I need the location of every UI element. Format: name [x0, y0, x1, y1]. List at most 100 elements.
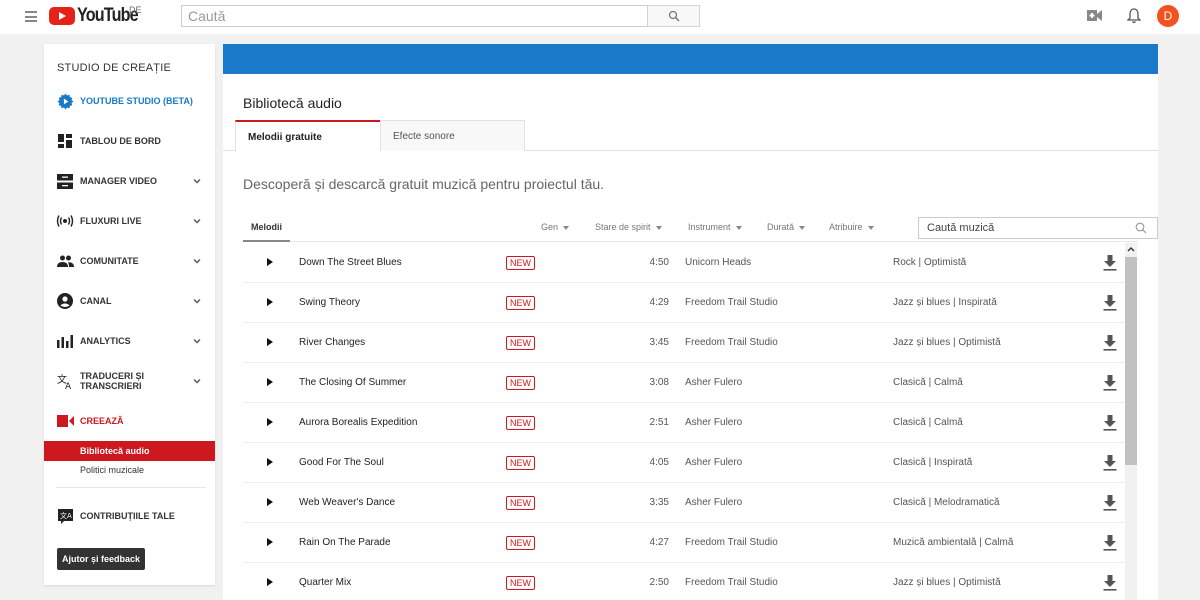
play-icon[interactable]: [267, 458, 273, 466]
download-icon[interactable]: [1103, 335, 1117, 351]
filter-genre[interactable]: Gen: [541, 222, 570, 232]
download-icon[interactable]: [1103, 495, 1117, 511]
play-icon[interactable]: [267, 378, 273, 386]
sidebar-item-translations[interactable]: 文A TRADUCERI ȘI TRANSCRIERI: [44, 366, 215, 396]
create-icon: [56, 412, 74, 430]
play-icon[interactable]: [267, 418, 273, 426]
dropdown-caret-icon: [867, 225, 874, 230]
sidebar-subitem-music-policies[interactable]: Politici muzicale: [44, 460, 215, 480]
play-icon[interactable]: [267, 338, 273, 346]
track-artist[interactable]: Unicorn Heads: [685, 257, 751, 268]
sidebar-item-analytics[interactable]: ANALYTICS: [44, 326, 215, 356]
play-icon[interactable]: [267, 578, 273, 586]
track-row[interactable]: Rain On The Parade NEW 4:27 Freedom Trail S…: [243, 523, 1126, 563]
filter-bar: Melodii Gen Stare de spirit Instrument D…: [243, 214, 1158, 242]
chevron-down-icon[interactable]: [192, 176, 202, 186]
sidebar-item-live-streaming[interactable]: FLUXURI LIVE: [44, 206, 215, 236]
chevron-down-icon[interactable]: [192, 376, 202, 386]
track-artist[interactable]: Asher Fulero: [685, 457, 742, 468]
search-icon: [668, 10, 680, 22]
track-row[interactable]: Web Weaver's Dance NEW 3:35 Asher Fulero Cla…: [243, 483, 1126, 523]
download-icon[interactable]: [1103, 295, 1117, 311]
track-row[interactable]: Quarter Mix NEW 2:50 Freedom Trail Studio Ja…: [243, 563, 1126, 600]
sidebar-item-contributions[interactable]: 文A CONTRIBUȚIILE TALE: [44, 501, 215, 531]
download-icon[interactable]: [1103, 455, 1117, 471]
filter-instrument[interactable]: Instrument: [688, 222, 742, 232]
search-input[interactable]: Caută: [181, 5, 648, 27]
play-icon[interactable]: [267, 258, 273, 266]
track-genre-mood: Clasică | Inspirată: [893, 457, 973, 468]
track-row[interactable]: River Changes NEW 3:45 Freedom Trail Studio…: [243, 323, 1126, 363]
track-row[interactable]: The Closing Of Summer NEW 3:08 Asher Fulero…: [243, 363, 1126, 403]
filter-attribution[interactable]: Atribuire: [829, 222, 874, 232]
play-icon[interactable]: [267, 298, 273, 306]
search-icon[interactable]: [1135, 222, 1147, 234]
tab-free-music[interactable]: Melodii gratuite: [235, 120, 380, 152]
tracks-column-tab[interactable]: Melodii: [243, 214, 290, 242]
sidebar-divider: [56, 487, 206, 488]
create-video-icon[interactable]: [1087, 10, 1102, 21]
video-manager-icon: [56, 172, 74, 190]
sidebar: STUDIO DE CREAȚIE YOUTUBE STUDIO (BETA) …: [44, 44, 215, 585]
new-badge: NEW: [506, 536, 535, 550]
sidebar-item-label: CANAL: [80, 296, 112, 306]
track-title[interactable]: The Closing Of Summer: [299, 377, 406, 388]
search-button[interactable]: [647, 5, 700, 27]
bell-icon[interactable]: [1127, 8, 1141, 24]
page-subtitle: Descoperă și descarcă gratuit muzică pen…: [243, 176, 605, 192]
track-artist[interactable]: Freedom Trail Studio: [685, 337, 778, 348]
play-icon[interactable]: [267, 498, 273, 506]
youtube-logo[interactable]: YouTube DE: [49, 5, 148, 25]
track-artist[interactable]: Freedom Trail Studio: [685, 577, 778, 588]
sidebar-item-create[interactable]: CREEAZĂ: [44, 406, 215, 436]
chevron-down-icon[interactable]: [192, 336, 202, 346]
track-title[interactable]: Good For The Soul: [299, 457, 384, 468]
chevron-down-icon[interactable]: [192, 216, 202, 226]
track-title[interactable]: Aurora Borealis Expedition: [299, 417, 417, 428]
chevron-down-icon[interactable]: [192, 296, 202, 306]
download-icon[interactable]: [1103, 255, 1117, 271]
track-artist[interactable]: Asher Fulero: [685, 417, 742, 428]
sidebar-item-dashboard[interactable]: TABLOU DE BORD: [44, 126, 215, 156]
scroll-up-arrow-icon[interactable]: [1125, 243, 1137, 255]
track-duration: 4:05: [649, 457, 669, 468]
download-icon[interactable]: [1103, 535, 1117, 551]
track-row[interactable]: Aurora Borealis Expedition NEW 2:51 Asher F…: [243, 403, 1126, 443]
track-title[interactable]: River Changes: [299, 337, 365, 348]
track-title[interactable]: Quarter Mix: [299, 577, 351, 588]
track-artist[interactable]: Asher Fulero: [685, 497, 742, 508]
help-feedback-button[interactable]: Ajutor și feedback: [57, 548, 145, 570]
track-title[interactable]: Web Weaver's Dance: [299, 497, 395, 508]
download-icon[interactable]: [1103, 575, 1117, 591]
sidebar-item-youtube-studio[interactable]: YOUTUBE STUDIO (BETA): [44, 86, 215, 116]
chevron-down-icon[interactable]: [192, 256, 202, 266]
download-icon[interactable]: [1103, 375, 1117, 391]
dashboard-icon: [56, 132, 74, 150]
filter-mood[interactable]: Stare de spirit: [595, 222, 662, 232]
track-title[interactable]: Down The Street Blues: [299, 257, 402, 268]
track-title[interactable]: Rain On The Parade: [299, 537, 391, 548]
sidebar-item-community[interactable]: COMUNITATE: [44, 246, 215, 276]
menu-icon[interactable]: [25, 11, 37, 22]
track-title[interactable]: Swing Theory: [299, 297, 360, 308]
track-artist[interactable]: Freedom Trail Studio: [685, 537, 778, 548]
track-row[interactable]: Down The Street Blues NEW 4:50 Unicorn Head…: [243, 243, 1126, 283]
avatar[interactable]: D: [1157, 5, 1179, 27]
filter-duration[interactable]: Durată: [767, 222, 806, 232]
tab-sound-effects[interactable]: Efecte sonore: [380, 120, 525, 151]
scrollbar[interactable]: [1125, 243, 1137, 600]
download-icon[interactable]: [1103, 415, 1117, 431]
sidebar-item-channel[interactable]: CANAL: [44, 286, 215, 316]
scrollbar-thumb[interactable]: [1125, 257, 1137, 465]
music-search-input[interactable]: Caută muzică: [918, 217, 1158, 239]
track-artist[interactable]: Asher Fulero: [685, 377, 742, 388]
track-row[interactable]: Swing Theory NEW 4:29 Freedom Trail Studio J…: [243, 283, 1126, 323]
track-row[interactable]: Good For The Soul NEW 4:05 Asher Fulero Clas…: [243, 443, 1126, 483]
sidebar-item-video-manager[interactable]: MANAGER VIDEO: [44, 166, 215, 196]
play-icon[interactable]: [267, 538, 273, 546]
page-title: Bibliotecă audio: [243, 95, 342, 111]
analytics-icon: [56, 332, 74, 350]
sidebar-subitem-audio-library[interactable]: Bibliotecă audio: [44, 441, 215, 461]
main-panel: Bibliotecă audio Melodii gratuite Efecte…: [223, 44, 1158, 600]
track-artist[interactable]: Freedom Trail Studio: [685, 297, 778, 308]
